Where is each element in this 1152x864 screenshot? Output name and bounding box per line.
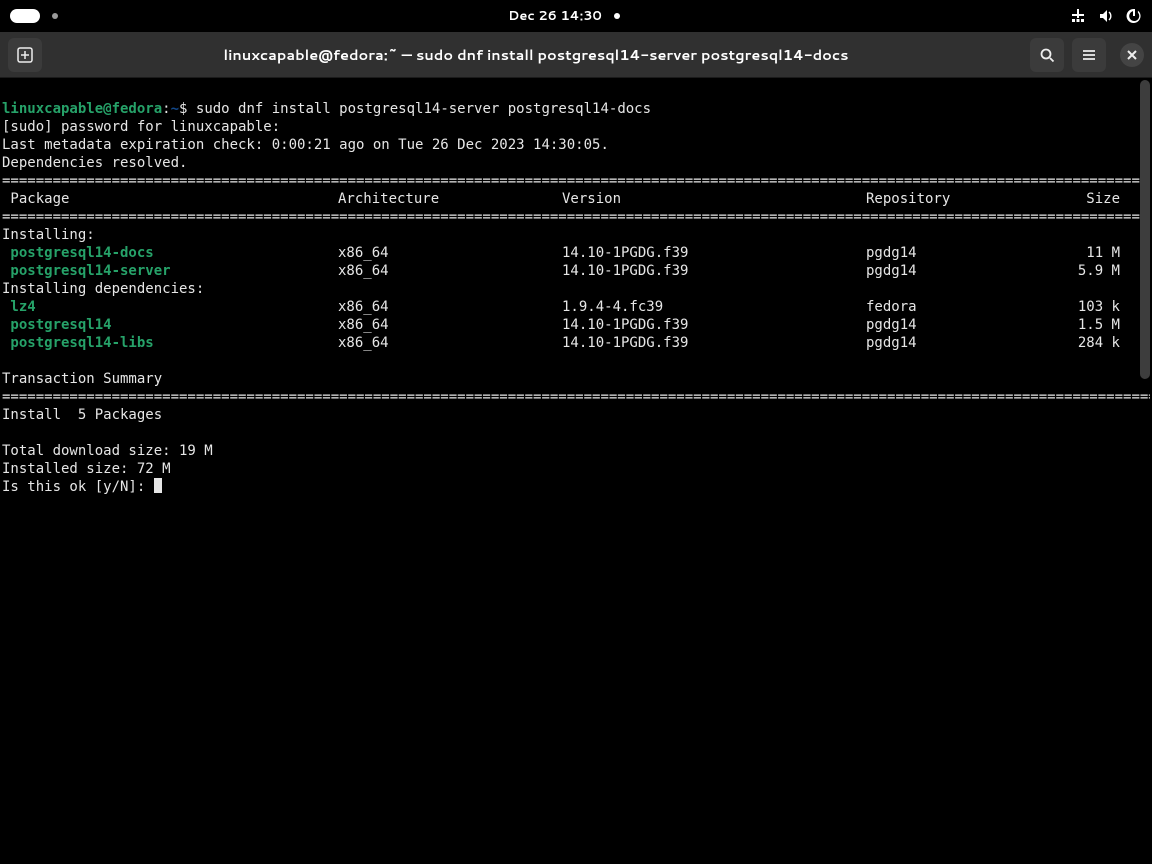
rule-line: ========================================… (2, 208, 1150, 226)
metadata-line: Last metadata expiration check: 0:00:21 … (2, 137, 609, 153)
prompt-userhost: linuxcapable@fedora (2, 101, 162, 117)
plus-icon (17, 47, 33, 63)
table-row: postgresql14-serverx86_6414.10-1PGDG.f39… (2, 262, 1150, 280)
table-row: postgresql14-docsx86_6414.10-1PGDG.f39pg… (2, 244, 1150, 262)
resolved-line: Dependencies resolved. (2, 155, 187, 171)
close-button[interactable] (1120, 43, 1144, 67)
window-title: linuxcapable@fedora:~ — sudo dnf install… (50, 44, 1022, 65)
workspace-dot-icon (52, 13, 58, 19)
table-header: PackageArchitectureVersionRepositorySize (2, 190, 1150, 208)
clock-area[interactable]: Dec 26 14:30 (508, 7, 620, 25)
table-row: postgresql14x86_6414.10-1PGDG.f39pgdg141… (2, 316, 1150, 334)
notification-dot-icon (614, 13, 620, 19)
power-icon[interactable] (1126, 8, 1142, 24)
command-text: sudo dnf install postgresql14-server pos… (196, 101, 651, 117)
installing-deps-label: Installing dependencies: (2, 281, 204, 297)
search-icon (1039, 47, 1055, 63)
installed-size: Installed size: 72 M (2, 461, 171, 477)
clock-text: Dec 26 14:30 (508, 7, 602, 25)
hamburger-icon (1081, 47, 1097, 63)
table-row: lz4x86_641.9.4-4.fc39fedora103 k (2, 298, 1150, 316)
close-icon (1127, 50, 1137, 60)
tx-summary-label: Transaction Summary (2, 371, 162, 387)
volume-icon[interactable] (1098, 8, 1114, 24)
confirm-prompt: Is this ok [y/N]: (2, 479, 154, 495)
install-count: Install 5 Packages (2, 407, 162, 423)
new-tab-button[interactable] (8, 38, 42, 72)
installing-label: Installing: (2, 227, 95, 243)
terminal-output[interactable]: linuxcapable@fedora:~$ sudo dnf install … (0, 78, 1152, 864)
download-size: Total download size: 19 M (2, 443, 213, 459)
activities-area[interactable] (10, 9, 58, 23)
terminal-titlebar: linuxcapable@fedora:~ — sudo dnf install… (0, 32, 1152, 78)
search-button[interactable] (1030, 38, 1064, 72)
activities-pill-icon (10, 9, 40, 23)
cursor-icon (154, 478, 162, 493)
rule-line: ========================================… (2, 172, 1150, 190)
prompt-cwd: ~ (171, 101, 179, 117)
scrollbar-thumb[interactable] (1140, 80, 1150, 379)
table-row: postgresql14-libsx86_6414.10-1PGDG.f39pg… (2, 334, 1150, 352)
sudo-line: [sudo] password for linuxcapable: (2, 119, 280, 135)
gnome-topbar: Dec 26 14:30 (0, 0, 1152, 32)
network-icon[interactable] (1070, 8, 1086, 24)
menu-button[interactable] (1072, 38, 1106, 72)
rule-line: ========================================… (2, 388, 1150, 406)
